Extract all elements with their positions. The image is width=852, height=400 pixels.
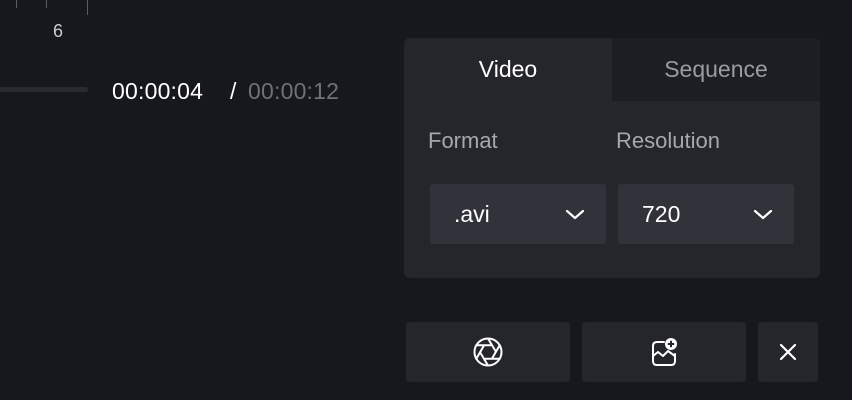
ruler-tick <box>87 0 88 15</box>
format-label: Format <box>428 128 498 153</box>
ruler-tick <box>46 0 47 8</box>
chevron-down-icon <box>565 209 585 220</box>
add-to-media-button[interactable] <box>582 322 746 382</box>
chevron-down-icon <box>753 209 773 220</box>
close-icon <box>779 343 797 361</box>
current-time: 00:00:04 <box>112 78 204 104</box>
total-time: 00:00:12 <box>248 78 340 104</box>
ruler-tick <box>16 0 17 8</box>
resolution-select[interactable]: 720 <box>618 184 794 244</box>
format-select[interactable]: .avi <box>430 184 606 244</box>
close-button[interactable] <box>758 322 818 382</box>
tab-sequence[interactable]: Sequence <box>612 38 820 101</box>
ruler-label: 6 <box>53 21 64 41</box>
aperture-capture-button[interactable] <box>406 322 570 382</box>
tab-video[interactable]: Video <box>404 38 612 101</box>
image-add-icon <box>652 338 677 366</box>
resolution-label: Resolution <box>616 128 720 153</box>
aperture-icon <box>473 337 503 367</box>
scrub-track[interactable] <box>0 87 88 92</box>
resolution-value: 720 <box>642 201 681 227</box>
time-separator: / <box>230 78 237 104</box>
export-settings-panel: Video Sequence Format Resolution .avi 72… <box>404 38 820 278</box>
format-value: .avi <box>454 201 490 227</box>
